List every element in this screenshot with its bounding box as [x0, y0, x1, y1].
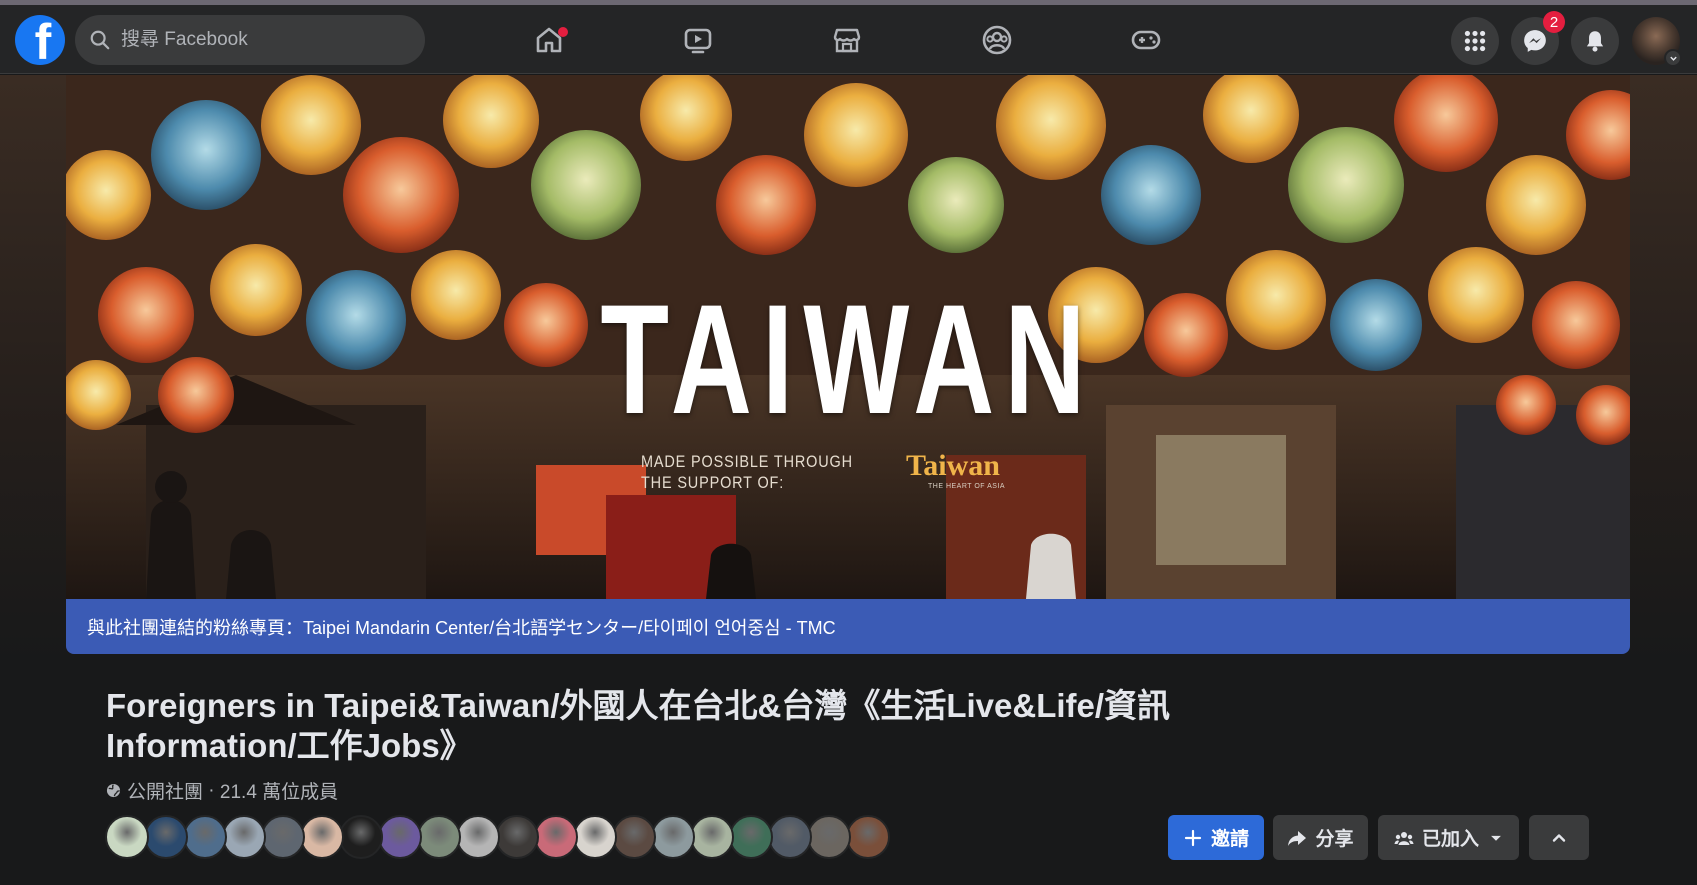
linked-page-name[interactable]: Taipei Mandarin Center/台北語学センター/타이페이 언어중… [303, 614, 836, 640]
tab-home[interactable] [499, 13, 599, 67]
member-avatar[interactable] [300, 815, 344, 859]
member-avatar[interactable] [729, 815, 773, 859]
member-avatar[interactable] [105, 815, 149, 859]
home-notification-dot [558, 27, 568, 37]
gaming-icon [1131, 30, 1161, 50]
account-chevron-down-icon[interactable] [1664, 49, 1682, 67]
member-avatar[interactable] [768, 815, 812, 859]
tab-gaming[interactable] [1096, 13, 1196, 67]
watch-icon [684, 28, 712, 54]
member-avatar[interactable] [144, 815, 188, 859]
cover-photo[interactable]: TAIWAN MADE POSSIBLE THROUGH THE SUPPORT… [66, 75, 1630, 599]
member-avatars [105, 815, 890, 859]
linked-page-bar[interactable]: 與此社團連結的粉絲專頁： Taipei Mandarin Center/台北語学… [66, 599, 1630, 654]
member-avatar[interactable] [846, 815, 890, 859]
facebook-logo-icon[interactable]: f [15, 15, 65, 65]
chevron-up-icon [1552, 833, 1566, 842]
notifications-button[interactable] [1571, 17, 1619, 65]
cover-title: TAIWAN [600, 273, 1096, 447]
meta-separator: · [203, 779, 220, 801]
marketplace-icon [833, 28, 861, 53]
profile-avatar[interactable] [1632, 17, 1682, 67]
search-input[interactable] [121, 29, 401, 51]
tab-groups[interactable] [947, 13, 1047, 67]
invite-label: 邀請 [1210, 829, 1249, 850]
member-avatar[interactable] [495, 815, 539, 859]
group-title[interactable]: Foreigners in Taipei&Taiwan/外國人在台北&台灣《生活… [106, 686, 1206, 766]
group-member-count[interactable]: 21.4 萬位成員 [220, 777, 338, 804]
cover-area: TAIWAN MADE POSSIBLE THROUGH THE SUPPORT… [0, 75, 1697, 665]
tab-watch[interactable] [648, 13, 748, 67]
joined-button[interactable]: 已加入 [1378, 815, 1519, 860]
menu-button[interactable] [1451, 17, 1499, 65]
messenger-button[interactable]: 2 [1511, 11, 1565, 65]
member-avatar[interactable] [183, 815, 227, 859]
top-navbar: f 2 [0, 5, 1697, 74]
member-avatar[interactable] [534, 815, 578, 859]
share-button[interactable]: 分享 [1273, 815, 1368, 860]
member-avatar[interactable] [261, 815, 305, 859]
share-arrow-icon [1288, 830, 1307, 846]
search-icon [90, 30, 110, 50]
collapse-button[interactable] [1529, 815, 1589, 860]
apps-grid-icon [1464, 30, 1486, 52]
member-avatar[interactable] [417, 815, 461, 859]
globe-icon [106, 783, 121, 798]
groups-icon [982, 25, 1012, 55]
joined-label: 已加入 [1421, 829, 1479, 850]
member-avatar[interactable] [651, 815, 695, 859]
member-avatar[interactable] [456, 815, 500, 859]
cover-brand-tagline: THE HEART OF ASIA [928, 483, 1006, 490]
tab-marketplace[interactable] [797, 13, 897, 67]
group-meta: 公開社團 · 21.4 萬位成員 [106, 777, 338, 804]
messenger-badge: 2 [1543, 11, 1565, 33]
member-avatar[interactable] [612, 815, 656, 859]
bell-icon [1586, 31, 1604, 52]
cover-subtitle: MADE POSSIBLE THROUGH THE SUPPORT OF: [641, 452, 853, 492]
member-avatar[interactable] [378, 815, 422, 859]
group-privacy: 公開社團 [127, 782, 204, 803]
messenger-icon [1524, 30, 1546, 52]
plus-icon [1184, 829, 1202, 846]
invite-button[interactable]: 邀請 [1168, 815, 1264, 860]
linked-page-label: 與此社團連結的粉絲專頁： [87, 617, 303, 638]
member-avatar[interactable] [339, 815, 383, 859]
caret-down-icon [1491, 835, 1501, 841]
member-avatar[interactable] [807, 815, 851, 859]
member-avatar[interactable] [573, 815, 617, 859]
search-bar[interactable] [75, 15, 425, 65]
cover-brand: Taiwan [906, 449, 1000, 482]
share-label: 分享 [1315, 829, 1354, 850]
member-avatar[interactable] [222, 815, 266, 859]
member-avatar[interactable] [690, 815, 734, 859]
members-icon [1394, 831, 1414, 845]
